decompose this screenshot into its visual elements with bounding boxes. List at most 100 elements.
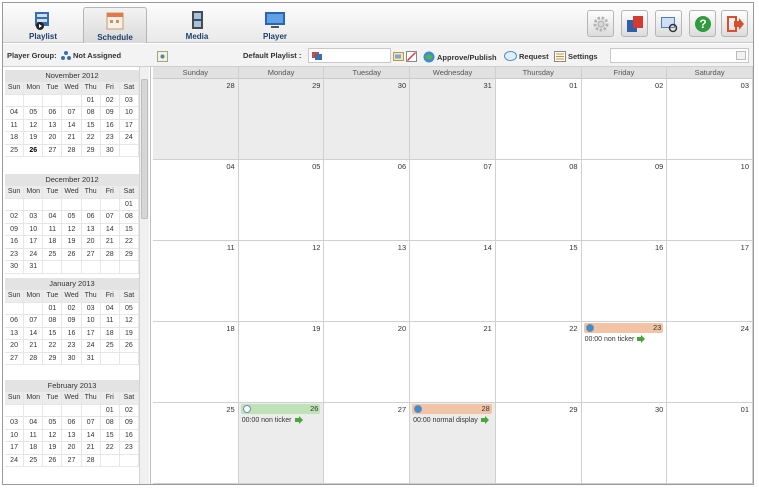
calendar-day-cell[interactable]: 08 [495, 160, 582, 241]
calendar-day-cell[interactable]: 24 [667, 322, 753, 403]
mini-day[interactable]: 01 [100, 404, 120, 417]
default-playlist-field[interactable] [308, 48, 391, 63]
mini-day[interactable]: 29 [81, 144, 101, 157]
mini-day[interactable]: 11 [5, 119, 25, 132]
mini-day[interactable]: 22 [43, 340, 63, 353]
event-entry[interactable]: 00:00 normal display [413, 416, 489, 424]
search-input[interactable] [611, 49, 726, 62]
mini-day[interactable]: 04 [5, 107, 25, 120]
mini-day[interactable]: 15 [100, 429, 120, 442]
mini-day[interactable]: 22 [100, 442, 120, 455]
mini-day[interactable]: 27 [81, 248, 101, 261]
mini-day[interactable]: 21 [24, 340, 44, 353]
mini-day[interactable]: 11 [100, 315, 120, 328]
mini-day[interactable]: 23 [62, 340, 82, 353]
calendar-day-cell[interactable]: 09 [581, 160, 668, 241]
mini-day[interactable]: 18 [43, 236, 63, 249]
mini-day[interactable]: 16 [119, 429, 139, 442]
calendar-day-cell[interactable]: 17 [667, 241, 753, 322]
mini-day[interactable]: 05 [43, 417, 63, 430]
mini-day[interactable]: 14 [100, 223, 120, 236]
mini-day[interactable]: 10 [24, 223, 44, 236]
calendar-day-cell[interactable]: 14 [410, 241, 496, 322]
mini-day[interactable]: 31 [24, 261, 44, 274]
mini-day[interactable]: 30 [100, 144, 120, 157]
mini-day[interactable]: 01 [119, 198, 139, 211]
calendar-day-cell[interactable]: 04 [153, 160, 239, 241]
mini-day[interactable]: 30 [62, 352, 82, 365]
mini-day[interactable]: 24 [24, 248, 44, 261]
mini-day[interactable]: 03 [119, 94, 139, 107]
mini-day[interactable]: 08 [119, 211, 139, 224]
clear-playlist-button[interactable] [406, 51, 417, 62]
mini-day[interactable]: 25 [5, 144, 25, 157]
event-entry[interactable]: 00:00 non ticker [242, 416, 303, 424]
calendar-day-cell[interactable]: 21 [410, 322, 496, 403]
mini-day[interactable]: 19 [119, 327, 139, 340]
mini-day[interactable]: 09 [119, 417, 139, 430]
mini-day[interactable]: 11 [43, 223, 63, 236]
mini-day[interactable]: 08 [43, 315, 63, 328]
mini-day[interactable]: 19 [62, 236, 82, 249]
calendar-day-cell[interactable]: 22 [495, 322, 582, 403]
mini-day[interactable]: 26 [24, 144, 44, 157]
calendar-day-cell[interactable]: 25 [153, 403, 239, 484]
mini-day[interactable]: 14 [62, 119, 82, 132]
calendar-day-cell[interactable]: 13 [324, 241, 411, 322]
mini-day[interactable]: 19 [24, 132, 44, 145]
mini-day[interactable]: 13 [62, 429, 82, 442]
mini-day[interactable]: 08 [100, 417, 120, 430]
calendar-day-cell[interactable]: 18 [153, 322, 239, 403]
mini-day[interactable]: 23 [119, 442, 139, 455]
mini-day[interactable]: 10 [119, 107, 139, 120]
request-button[interactable]: Request [504, 51, 549, 62]
mini-day[interactable]: 17 [5, 442, 25, 455]
schedule-event-bar[interactable]: 26 [240, 404, 321, 414]
mini-day[interactable]: 17 [24, 236, 44, 249]
mini-day[interactable]: 10 [81, 315, 101, 328]
logout-button[interactable] [721, 10, 748, 37]
player-group-select[interactable]: Not Assigned [61, 51, 121, 60]
event-arrow-icon[interactable] [637, 335, 646, 343]
event-arrow-icon[interactable] [294, 416, 303, 424]
mini-day[interactable]: 28 [24, 352, 44, 365]
mini-day[interactable]: 27 [43, 144, 63, 157]
calendar-day-cell[interactable]: 06 [324, 160, 411, 241]
mini-day[interactable]: 02 [62, 302, 82, 315]
mini-day[interactable]: 02 [5, 211, 25, 224]
help-button[interactable]: ? [689, 10, 716, 37]
mini-day[interactable]: 07 [81, 417, 101, 430]
mini-day[interactable]: 03 [24, 211, 44, 224]
mini-day[interactable]: 30 [5, 261, 25, 274]
mini-day[interactable]: 18 [5, 132, 25, 145]
calendar-day-cell[interactable]: 07 [410, 160, 496, 241]
calendar-day-cell[interactable]: 05 [238, 160, 325, 241]
mini-day[interactable]: 04 [24, 417, 44, 430]
mini-day[interactable]: 05 [24, 107, 44, 120]
mini-day[interactable]: 26 [43, 454, 63, 467]
mini-day[interactable]: 23 [100, 132, 120, 145]
mini-day[interactable]: 19 [43, 442, 63, 455]
mini-day[interactable]: 14 [24, 327, 44, 340]
mini-day[interactable]: 03 [5, 417, 25, 430]
calendar-day-cell[interactable]: 29 [495, 403, 582, 484]
mini-day[interactable]: 20 [43, 132, 63, 145]
mini-day[interactable]: 18 [100, 327, 120, 340]
nav-playlist[interactable]: Playlist [11, 7, 75, 43]
monitor-search-button[interactable] [655, 10, 682, 37]
mini-day[interactable]: 20 [62, 442, 82, 455]
mini-day[interactable]: 27 [5, 352, 25, 365]
calendar-day-cell[interactable]: 01 [667, 403, 753, 484]
mini-day[interactable]: 16 [62, 327, 82, 340]
mini-day[interactable]: 16 [100, 119, 120, 132]
mini-day[interactable]: 25 [43, 248, 63, 261]
mini-day[interactable]: 03 [81, 302, 101, 315]
calendar-day-cell[interactable]: 16 [581, 241, 668, 322]
mini-day[interactable]: 29 [119, 248, 139, 261]
mini-day[interactable]: 15 [119, 223, 139, 236]
mini-day[interactable]: 09 [62, 315, 82, 328]
calendar-day-cell[interactable]: 30 [324, 79, 411, 160]
mini-day[interactable]: 26 [119, 340, 139, 353]
mini-day[interactable]: 23 [5, 248, 25, 261]
nav-media[interactable]: Media [165, 7, 229, 43]
